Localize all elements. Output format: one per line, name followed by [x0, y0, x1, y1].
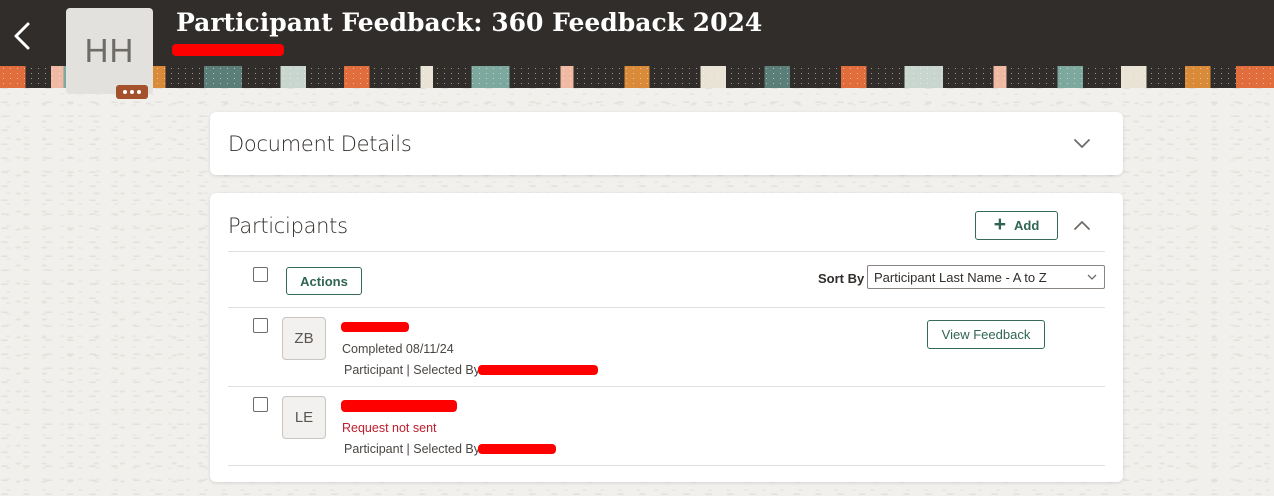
redacted-participant-name[interactable]: [341, 400, 457, 412]
divider: [228, 307, 1105, 308]
actions-label: Actions: [300, 273, 348, 289]
participant-avatar: ZB: [282, 317, 326, 360]
page-title: Participant Feedback: 360 Feedback 2024: [176, 8, 763, 37]
sort-by-select[interactable]: Participant Last Name - A to Z: [867, 265, 1105, 289]
plus-icon: +: [993, 213, 1006, 236]
back-button[interactable]: [8, 18, 36, 54]
view-feedback-label: View Feedback: [941, 327, 1031, 342]
row-checkbox[interactable]: [253, 318, 268, 333]
more-icon[interactable]: [116, 85, 148, 99]
participant-initials: LE: [294, 409, 314, 426]
page-header: Participant Feedback: 360 Feedback 2024: [0, 0, 1274, 88]
actions-button[interactable]: Actions: [286, 267, 362, 295]
divider: [228, 386, 1105, 387]
participant-status: Request not sent: [342, 421, 437, 435]
person-avatar[interactable]: HH: [66, 8, 153, 94]
participants-card: Participants + Add Actions Sort By Parti…: [210, 193, 1123, 482]
participant-avatar: LE: [282, 396, 326, 439]
caret-down-icon: [1087, 274, 1097, 280]
document-details-title: Document Details: [228, 132, 412, 156]
chevron-up-icon[interactable]: [1073, 218, 1091, 230]
participants-title: Participants: [228, 214, 348, 238]
back-arrow-icon: [14, 22, 30, 50]
view-feedback-button[interactable]: View Feedback: [927, 320, 1045, 349]
participant-status: Completed 08/11/24: [342, 342, 454, 356]
decorative-banner: [0, 66, 1274, 88]
redacted-subtitle: [172, 44, 284, 56]
redacted-selector-name: [478, 365, 598, 375]
avatar-initials: HH: [84, 32, 135, 69]
add-label: Add: [1013, 218, 1040, 233]
redacted-selector-name: [478, 444, 556, 454]
add-participant-button[interactable]: + Add: [975, 211, 1058, 240]
chevron-down-icon[interactable]: [1073, 136, 1091, 148]
redacted-participant-name[interactable]: [341, 322, 409, 332]
participant-selected-by: Participant | Selected By: [344, 442, 480, 456]
sort-by-value: Participant Last Name - A to Z: [874, 270, 1047, 285]
select-all-checkbox[interactable]: [253, 267, 268, 282]
sort-by-label: Sort By: [818, 271, 865, 286]
participant-selected-by: Participant | Selected By: [344, 363, 480, 377]
document-details-card: Document Details: [210, 112, 1123, 175]
divider: [228, 251, 1105, 252]
divider: [228, 465, 1105, 466]
participant-initials: ZB: [294, 330, 314, 347]
row-checkbox[interactable]: [253, 397, 268, 412]
